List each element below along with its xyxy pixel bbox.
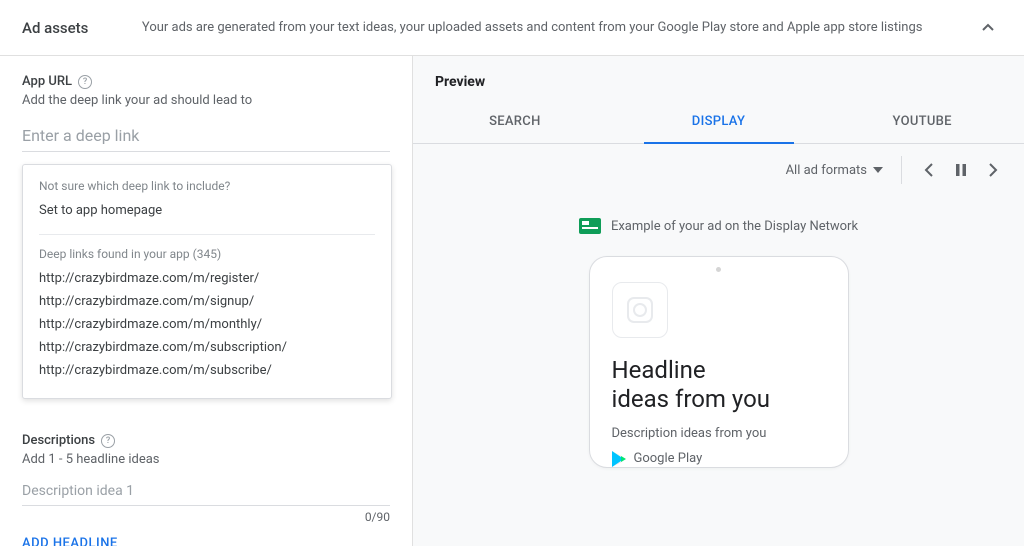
- preview-controls: All ad formats: [413, 144, 1024, 184]
- deep-link-option[interactable]: http://crazybirdmaze.com/m/subscription/: [39, 336, 375, 359]
- next-button[interactable]: [984, 161, 1002, 179]
- dropdown-not-sure: Not sure which deep link to include?: [39, 179, 375, 193]
- display-network-icon: [579, 218, 601, 234]
- google-play-icon: [612, 451, 626, 467]
- main-content: App URL ? Add the deep link your ad shou…: [0, 56, 1024, 546]
- app-url-hint: Add the deep link your ad should lead to: [22, 93, 390, 108]
- ad-description: Description ideas from you: [612, 426, 826, 441]
- controls-divider: [901, 156, 902, 184]
- preview-header: Preview: [413, 56, 1024, 90]
- preview-title: Preview: [435, 74, 1024, 90]
- ad-headline-line1: Headline: [612, 356, 826, 385]
- caret-down-icon: [873, 165, 883, 175]
- deep-link-option[interactable]: http://crazybirdmaze.com/m/signup/: [39, 290, 375, 313]
- deep-link-dropdown: Not sure which deep link to include? Set…: [22, 164, 392, 399]
- ad-assets-header: Ad assets Your ads are generated from yo…: [0, 0, 1024, 56]
- dropdown-divider: [39, 234, 375, 235]
- ad-formats-label: All ad formats: [786, 163, 867, 178]
- deep-links-found-label: Deep links found in your app (345): [39, 247, 375, 261]
- ad-headline-line2: ideas from you: [612, 385, 826, 414]
- app-url-label-text: App URL: [22, 74, 72, 89]
- chevron-right-icon: [987, 163, 999, 177]
- store-badge: Google Play: [612, 451, 826, 467]
- deep-link-option[interactable]: http://crazybirdmaze.com/m/register/: [39, 267, 375, 290]
- collapse-icon[interactable]: [976, 16, 1000, 40]
- description-placeholder: Description idea 1: [22, 483, 390, 499]
- char-counter: 0/90: [22, 510, 390, 524]
- preview-panel: Preview SEARCH DISPLAY YOUTUBE All ad fo…: [413, 56, 1024, 546]
- pause-button[interactable]: [952, 161, 970, 179]
- descriptions-label: Descriptions ?: [22, 433, 390, 448]
- header-title: Ad assets: [22, 19, 88, 37]
- ad-formats-dropdown[interactable]: All ad formats: [786, 163, 883, 178]
- example-label-row: Example of your ad on the Display Networ…: [413, 218, 1024, 234]
- help-icon[interactable]: ?: [78, 75, 92, 89]
- deep-link-option[interactable]: http://crazybirdmaze.com/m/subscribe/: [39, 359, 375, 382]
- app-icon-placeholder: [612, 282, 668, 338]
- device-preview: Headline ideas from you Description idea…: [589, 256, 849, 468]
- deep-link-option[interactable]: http://crazybirdmaze.com/m/monthly/: [39, 313, 375, 336]
- descriptions-hint: Add 1 - 5 headline ideas: [22, 452, 390, 467]
- description-input-1[interactable]: Description idea 1: [22, 483, 390, 506]
- pause-icon: [955, 163, 967, 177]
- previous-button[interactable]: [920, 161, 938, 179]
- ad-card: Headline ideas from you Description idea…: [590, 282, 848, 467]
- app-url-label: App URL ?: [22, 74, 390, 89]
- tab-search[interactable]: SEARCH: [413, 100, 617, 143]
- left-panel: App URL ? Add the deep link your ad shou…: [0, 56, 413, 546]
- help-icon[interactable]: ?: [101, 434, 115, 448]
- descriptions-section: Descriptions ? Add 1 - 5 headline ideas …: [22, 433, 390, 546]
- example-text: Example of your ad on the Display Networ…: [611, 219, 858, 234]
- add-headline-button[interactable]: ADD HEADLINE: [22, 536, 390, 546]
- deep-link-input[interactable]: Enter a deep link: [22, 126, 390, 152]
- set-to-homepage-option[interactable]: Set to app homepage: [39, 199, 375, 222]
- header-subtitle: Your ads are generated from your text id…: [88, 20, 976, 35]
- device-camera-dot: [716, 267, 721, 272]
- store-name: Google Play: [634, 451, 703, 466]
- chevron-left-icon: [923, 163, 935, 177]
- tab-display[interactable]: DISPLAY: [617, 100, 821, 143]
- descriptions-label-text: Descriptions: [22, 433, 95, 448]
- deep-link-placeholder: Enter a deep link: [22, 126, 390, 145]
- preview-tabs: SEARCH DISPLAY YOUTUBE: [413, 100, 1024, 144]
- tab-youtube[interactable]: YOUTUBE: [820, 100, 1024, 143]
